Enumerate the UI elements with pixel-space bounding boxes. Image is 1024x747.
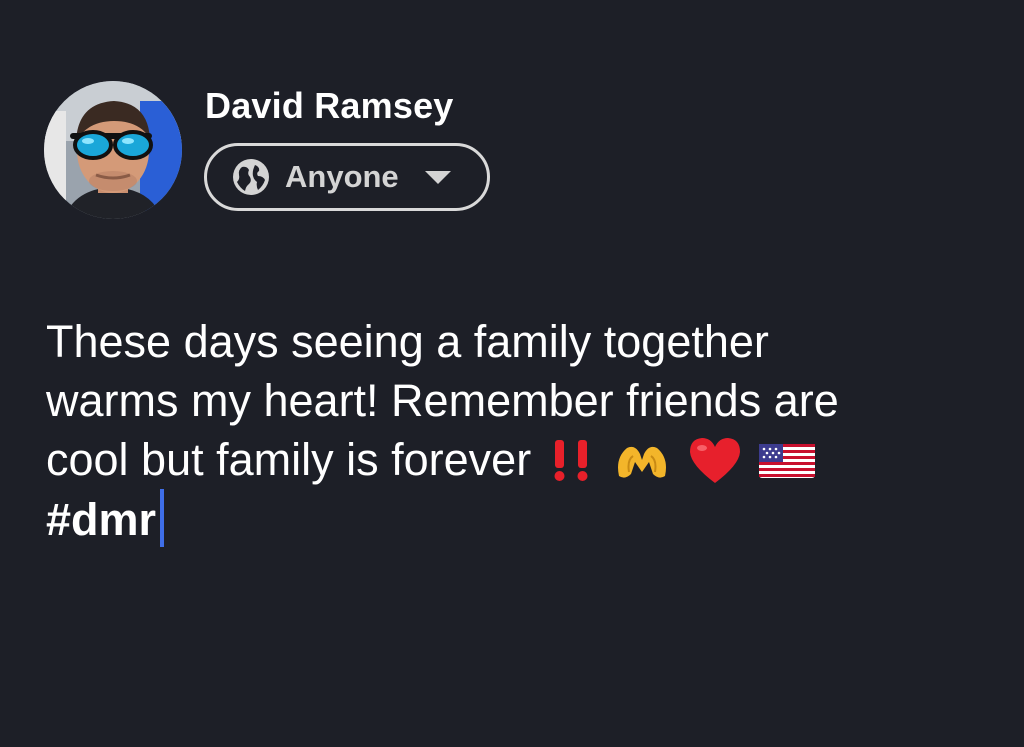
audience-selector[interactable]: Anyone bbox=[204, 143, 490, 211]
author-name: David Ramsey bbox=[205, 85, 454, 126]
post-composer: David Ramsey Anyone These days seeing a … bbox=[0, 0, 1024, 747]
post-text-editor[interactable]: These days seeing a family together warm… bbox=[46, 312, 1006, 549]
post-hashtag-line: #dmr bbox=[46, 489, 1006, 549]
us-flag-icon bbox=[759, 440, 816, 480]
emoji-row bbox=[549, 435, 831, 485]
double-exclamation-icon bbox=[549, 438, 597, 482]
post-text-line: These days seeing a family together bbox=[46, 316, 769, 367]
caret-down-icon bbox=[424, 170, 451, 184]
heart-hands-icon bbox=[613, 438, 671, 482]
globe-icon bbox=[231, 157, 271, 197]
red-heart-icon bbox=[687, 435, 743, 485]
audience-label: Anyone bbox=[285, 159, 399, 194]
hashtag[interactable]: #dmr bbox=[46, 494, 156, 545]
post-text-line-with-emojis: cool but family is forever bbox=[46, 430, 1006, 489]
post-text-line: warms my heart! Remember friends are bbox=[46, 375, 839, 426]
post-text-line: cool but family is forever bbox=[46, 434, 532, 485]
author-avatar bbox=[44, 81, 182, 219]
text-cursor bbox=[160, 489, 165, 547]
profile-photo-icon bbox=[44, 81, 182, 219]
